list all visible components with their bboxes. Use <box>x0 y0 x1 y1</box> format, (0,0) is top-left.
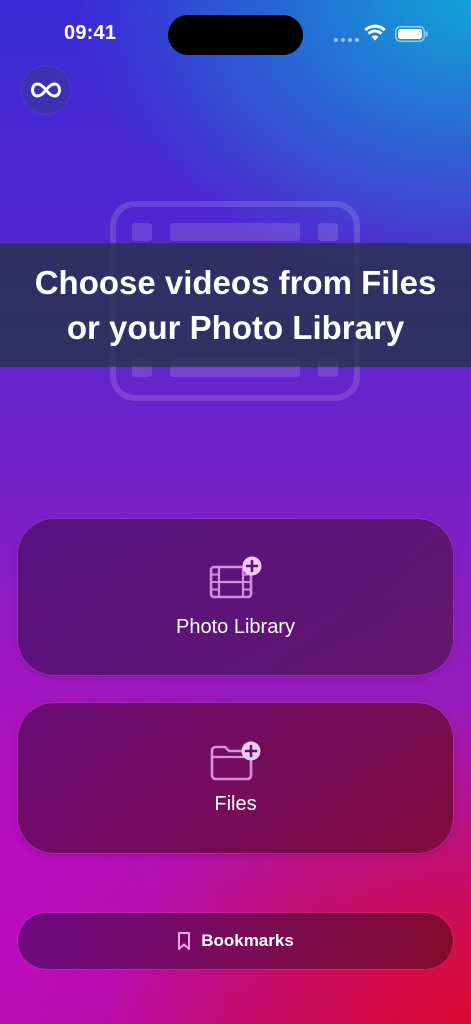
photo-library-label: Photo Library <box>176 615 295 638</box>
infinity-button[interactable] <box>22 66 70 114</box>
banner-title: Choose videos from Files or your Photo L… <box>34 264 437 346</box>
files-button[interactable]: Files <box>18 703 453 853</box>
folder-plus-icon <box>210 741 260 780</box>
photo-library-button[interactable]: Photo Library <box>18 519 453 675</box>
bookmarks-label: Bookmarks <box>201 931 294 950</box>
bookmarks-button[interactable]: Bookmarks <box>18 913 453 969</box>
infinity-icon <box>31 82 61 98</box>
battery-icon <box>395 26 428 42</box>
bookmark-icon <box>178 932 191 950</box>
files-label: Files <box>214 792 257 815</box>
instruction-banner: Choose videos from Files or your Photo L… <box>0 243 471 367</box>
status-time: 09:41 <box>64 22 117 44</box>
film-plus-icon <box>209 556 261 598</box>
dynamic-island <box>168 15 303 55</box>
screen: 09:41 Choose videos from Files or your P… <box>0 0 471 1024</box>
cellular-signal-icon <box>334 38 359 42</box>
wifi-icon <box>364 24 386 41</box>
